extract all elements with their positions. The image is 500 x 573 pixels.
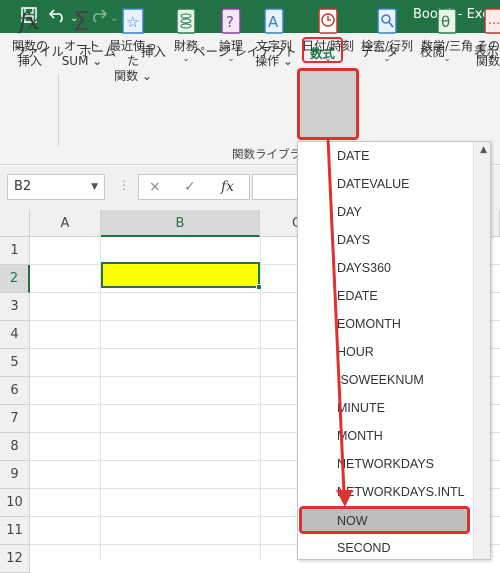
button-label: その他の bbox=[476, 39, 500, 53]
formula-buttons: × ✓ fx bbox=[138, 174, 250, 200]
button-label: 挿入 bbox=[17, 54, 42, 68]
button-label: 関数 ⌄ bbox=[114, 69, 152, 83]
sigma-icon: Σ bbox=[68, 6, 96, 37]
datetime-highlight bbox=[297, 68, 359, 140]
button-label: 最近使った bbox=[108, 39, 157, 68]
row-header[interactable]: 2 bbox=[0, 265, 30, 293]
recent-functions-button[interactable]: ☆ 最近使った 関数 ⌄ bbox=[104, 6, 162, 84]
menu-item-eomonth[interactable]: EOMONTH bbox=[298, 310, 473, 338]
name-box[interactable]: B2 ▼ bbox=[7, 174, 105, 200]
button-label: 関数の bbox=[11, 39, 48, 53]
svg-text:…: … bbox=[488, 13, 500, 27]
menu-item-minute[interactable]: MINUTE bbox=[298, 394, 473, 422]
scroll-up-icon[interactable]: ▲ bbox=[480, 145, 487, 155]
chevron-down-icon: ⌄ bbox=[182, 54, 190, 64]
logic-icon: ? bbox=[217, 6, 245, 36]
button-label: オート bbox=[63, 39, 100, 53]
select-all-corner[interactable] bbox=[0, 210, 30, 237]
row-header[interactable]: 7 bbox=[0, 405, 30, 433]
row-header[interactable]: 11 bbox=[0, 517, 30, 545]
text-button[interactable]: A 文字列 操作 ⌄ bbox=[252, 6, 296, 69]
row-header[interactable]: 6 bbox=[0, 377, 30, 405]
column-header-a[interactable]: A bbox=[30, 210, 101, 237]
menu-item-hour[interactable]: HOUR bbox=[298, 338, 473, 366]
button-label: 操作 ⌄ bbox=[255, 54, 293, 68]
more-functions-icon: … bbox=[480, 6, 500, 36]
svg-text:Σ: Σ bbox=[73, 7, 89, 36]
button-label: 関数 bbox=[476, 54, 500, 68]
autosum-button[interactable]: Σ オート SUM ⌄ bbox=[60, 6, 104, 69]
menu-scrollbar[interactable]: ▲ bbox=[473, 142, 490, 559]
chevron-down-icon: ⌄ bbox=[324, 54, 332, 64]
insert-function-icon[interactable]: fx bbox=[221, 179, 234, 195]
button-label: 財務 bbox=[173, 39, 198, 53]
row-header[interactable]: 3 bbox=[0, 293, 30, 321]
svg-text:A: A bbox=[268, 13, 279, 31]
chevron-down-icon: ⌄ bbox=[227, 54, 235, 64]
row-header[interactable]: 9 bbox=[0, 461, 30, 489]
menu-item-days360[interactable]: DAYS360 bbox=[298, 254, 473, 282]
svg-text:fx: fx bbox=[17, 10, 40, 35]
chevron-down-icon: ⌄ bbox=[383, 54, 391, 64]
row-header[interactable]: 8 bbox=[0, 433, 30, 461]
svg-text:?: ? bbox=[226, 13, 234, 31]
row-header[interactable]: 1 bbox=[0, 237, 30, 265]
button-label: 日付/時刻 bbox=[301, 39, 355, 53]
lookup-reference-button[interactable]: 検索/行列 ⌄ bbox=[358, 6, 416, 64]
chevron-down-icon[interactable]: ▼ bbox=[91, 182, 98, 192]
row-header[interactable]: 4 bbox=[0, 321, 30, 349]
button-label: 文字列 bbox=[255, 39, 292, 53]
menu-item-second[interactable]: SECOND bbox=[298, 534, 473, 559]
star-book-icon: ☆ bbox=[119, 6, 147, 36]
more-icon: ⋮ bbox=[118, 178, 130, 192]
row-header[interactable]: 10 bbox=[0, 489, 30, 517]
logical-button[interactable]: ? 論理 ⌄ bbox=[212, 6, 250, 64]
svg-text:θ: θ bbox=[441, 13, 450, 31]
date-time-function-menu: DATE DATEVALUE DAY DAYS DAYS360 EDATE EO… bbox=[297, 141, 491, 560]
function-icon: fx bbox=[16, 6, 44, 36]
text-icon: A bbox=[260, 6, 288, 36]
menu-item-day[interactable]: DAY bbox=[298, 198, 473, 226]
fill-handle[interactable] bbox=[256, 284, 262, 290]
row-header[interactable]: 12 bbox=[0, 545, 30, 573]
date-time-button[interactable]: 日付/時刻 ⌄ bbox=[298, 6, 358, 64]
button-label: 数学/三角 bbox=[420, 39, 474, 53]
menu-item-days[interactable]: DAYS bbox=[298, 226, 473, 254]
cell-b2-selected[interactable] bbox=[101, 262, 260, 288]
button-label: 検索/行列 bbox=[360, 39, 414, 53]
button-label: SUM ⌄ bbox=[61, 54, 103, 68]
more-functions-button[interactable]: … その他の 関数 bbox=[476, 6, 500, 69]
menu-item-datevalue[interactable]: DATEVALUE bbox=[298, 170, 473, 198]
cancel-icon[interactable]: × bbox=[149, 179, 161, 195]
menu-item-networkdays-intl[interactable]: NETWORKDAYS.INTL bbox=[298, 478, 473, 506]
button-label: 論理 bbox=[218, 39, 243, 53]
lookup-icon bbox=[373, 6, 401, 36]
svg-text:☆: ☆ bbox=[126, 13, 139, 31]
math-icon: θ bbox=[433, 6, 461, 36]
row-header[interactable]: 5 bbox=[0, 349, 30, 377]
math-trig-button[interactable]: θ 数学/三角 ⌄ bbox=[418, 6, 476, 64]
name-box-value: B2 bbox=[14, 179, 32, 194]
insert-function-button[interactable]: fx 関数の 挿入 bbox=[8, 6, 52, 69]
financial-button[interactable]: 財務 ⌄ bbox=[166, 6, 206, 64]
menu-item-date[interactable]: DATE bbox=[298, 142, 473, 170]
menu-item-edate[interactable]: EDATE bbox=[298, 282, 473, 310]
chevron-down-icon: ⌄ bbox=[443, 54, 451, 64]
menu-item-networkdays[interactable]: NETWORKDAYS bbox=[298, 450, 473, 478]
finance-icon bbox=[172, 6, 200, 36]
menu-item-now[interactable]: NOW bbox=[299, 506, 470, 534]
enter-icon[interactable]: ✓ bbox=[184, 179, 196, 195]
clock-icon bbox=[314, 6, 342, 36]
column-header-b[interactable]: B bbox=[101, 210, 260, 237]
menu-item-isoweeknum[interactable]: ISOWEEKNUM bbox=[298, 366, 473, 394]
menu-item-month[interactable]: MONTH bbox=[298, 422, 473, 450]
